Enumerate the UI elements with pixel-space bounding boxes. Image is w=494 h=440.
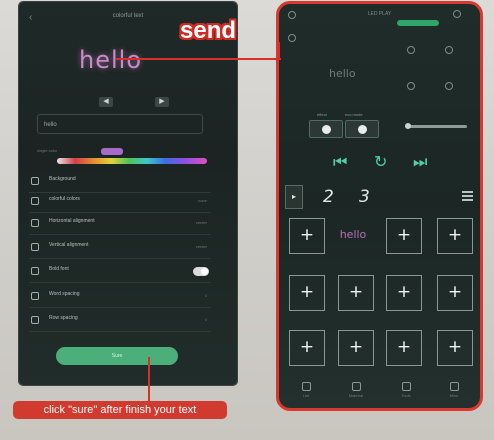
sure-button[interactable]: Sure <box>56 347 178 365</box>
app-title: LED PLAY <box>367 11 392 17</box>
slot-add[interactable]: + <box>386 330 422 366</box>
option-value: center <box>195 244 207 249</box>
click-sure-annotation: click "sure" after finish your text <box>13 401 227 419</box>
option-horizontal-alignment[interactable]: Horizontal alignment center <box>29 214 211 235</box>
volume-down-icon[interactable] <box>407 46 415 54</box>
color-slider[interactable] <box>57 158 207 164</box>
option-bold-font[interactable]: Bold font <box>29 262 211 283</box>
slot-add[interactable]: + <box>386 275 422 311</box>
sure-arrow-line <box>148 357 150 401</box>
next-track-icon[interactable]: ⏭ <box>413 152 427 172</box>
eco-label: eco mode <box>345 112 363 117</box>
mine-icon <box>449 382 459 391</box>
tab-play-icon[interactable]: ▸ <box>285 185 303 209</box>
option-value: 0 <box>204 293 207 298</box>
bluetooth-icon[interactable] <box>288 11 296 19</box>
speed-slider[interactable] <box>405 123 467 129</box>
send-arrow-line <box>116 58 281 60</box>
effect-icon <box>322 125 331 134</box>
nav-label: Tools <box>401 393 411 398</box>
selected-color-swatch[interactable] <box>101 148 123 155</box>
background-icon <box>31 177 39 185</box>
option-label: Row spacing <box>49 315 78 321</box>
list-icon <box>301 382 311 391</box>
option-label: Vertical alignment <box>49 242 89 248</box>
row-spacing-icon <box>31 316 39 324</box>
tab-2[interactable]: 2 <box>323 187 334 207</box>
eco-button[interactable] <box>345 120 379 138</box>
nav-tools[interactable]: Tools <box>391 382 421 398</box>
bottom-nav: List Material Tools Mine <box>279 378 480 408</box>
volume-up-icon[interactable] <box>445 46 453 54</box>
preview-pager: ◀ ▶ <box>99 97 169 107</box>
effect-button[interactable] <box>309 120 343 138</box>
nav-list[interactable]: List <box>291 382 321 398</box>
effect-label: effect <box>317 112 327 117</box>
page-tabs: ▸ 2 3 <box>285 185 480 211</box>
connect-button[interactable] <box>397 20 439 26</box>
text-input[interactable]: hello <box>37 114 203 134</box>
nav-material[interactable]: Material <box>341 382 371 398</box>
next-icon[interactable]: ▶ <box>155 97 169 107</box>
mode-icon[interactable] <box>407 82 415 90</box>
option-label: Word spacing <box>49 291 80 297</box>
option-vertical-alignment[interactable]: Vertical alignment center <box>29 238 211 259</box>
slot-add[interactable]: + <box>289 330 325 366</box>
option-colorful-colors[interactable]: colorful colors none <box>29 192 211 213</box>
option-label: Background <box>49 176 76 182</box>
option-row-spacing[interactable]: Row spacing 0 <box>29 311 211 332</box>
color-label: single color <box>37 148 58 153</box>
menu-icon[interactable] <box>462 191 473 202</box>
brightness-icon[interactable] <box>445 82 453 90</box>
option-label: Bold font <box>49 266 69 272</box>
bold-toggle[interactable] <box>193 267 209 276</box>
colorful-icon <box>31 197 39 205</box>
material-icon <box>351 382 361 391</box>
send-arrow-connector <box>278 42 280 60</box>
slot-add[interactable]: + <box>386 218 422 254</box>
option-label: Horizontal alignment <box>49 218 95 224</box>
option-value: none <box>198 198 207 203</box>
nav-mine[interactable]: Mine <box>439 382 469 398</box>
nav-label: Material <box>348 393 364 398</box>
led-preview-text: hello <box>329 67 356 80</box>
tab-3[interactable]: 3 <box>359 187 370 207</box>
option-value: 0 <box>204 317 207 322</box>
nav-label: List <box>302 393 310 398</box>
slot-add[interactable]: + <box>289 275 325 311</box>
word-spacing-icon <box>31 292 39 300</box>
option-value: center <box>195 220 207 225</box>
slot-add[interactable]: + <box>289 218 325 254</box>
send-annotation: send <box>180 17 237 44</box>
eco-icon <box>358 125 367 134</box>
option-label: colorful colors <box>49 196 80 202</box>
horizontal-align-icon <box>31 219 39 227</box>
text-preview: hello <box>79 46 142 74</box>
bold-icon <box>31 267 39 275</box>
slot-text[interactable]: hello <box>335 218 371 254</box>
slot-add[interactable]: + <box>437 218 473 254</box>
slot-add[interactable]: + <box>437 275 473 311</box>
option-background[interactable]: Background <box>29 172 211 193</box>
settings-icon[interactable] <box>453 10 461 18</box>
led-play-screen: LED PLAY hello effect eco mode ⏮ ↻ ⏭ ▸ 2… <box>276 1 483 411</box>
power-icon[interactable] <box>288 34 296 42</box>
slot-add[interactable]: + <box>338 330 374 366</box>
loop-icon[interactable]: ↻ <box>374 152 387 171</box>
nav-label: Mine <box>449 393 459 398</box>
slot-add[interactable]: + <box>437 330 473 366</box>
tools-icon <box>401 382 411 391</box>
slot-add[interactable]: + <box>338 275 374 311</box>
prev-icon[interactable]: ◀ <box>99 97 113 107</box>
vertical-align-icon <box>31 243 39 251</box>
option-word-spacing[interactable]: Word spacing 0 <box>29 287 211 308</box>
previous-icon[interactable]: ⏮ <box>333 152 347 172</box>
